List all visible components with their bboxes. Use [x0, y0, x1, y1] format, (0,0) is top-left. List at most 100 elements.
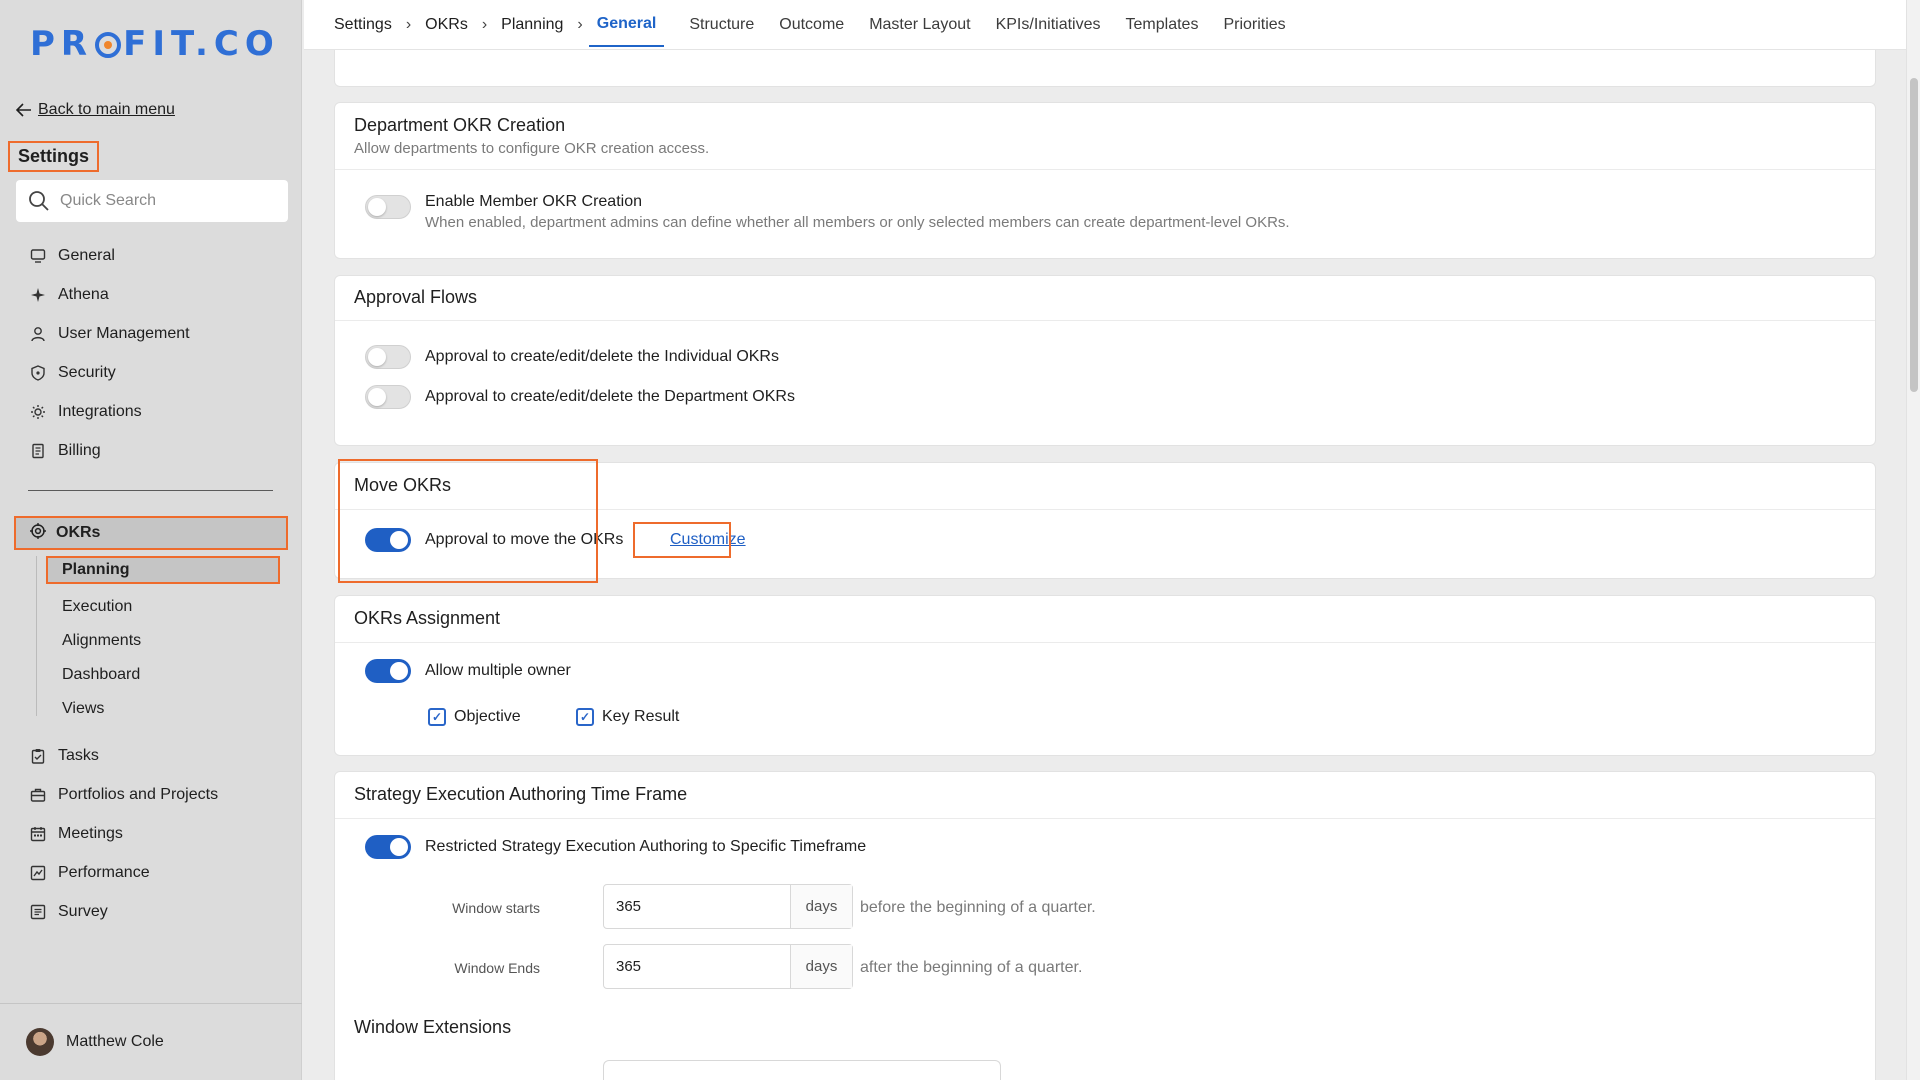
enable-member-okr-toggle[interactable] — [365, 195, 411, 219]
objective-checkbox[interactable]: ✓ — [428, 708, 446, 726]
key-result-check-row: ✓ Key Result — [576, 708, 679, 726]
window-ends-input[interactable] — [604, 945, 790, 988]
sidebar-item-meetings[interactable]: Meetings — [16, 814, 286, 853]
window-ends-group: days — [603, 944, 853, 989]
user-profile[interactable]: Matthew Cole — [0, 1003, 302, 1080]
arrow-left-icon — [16, 103, 31, 117]
sidebar-item-label: User Management — [58, 324, 190, 342]
sidebar-item-billing[interactable]: Billing — [16, 431, 286, 470]
back-to-main-menu-link[interactable]: Back to main menu — [16, 101, 175, 119]
settings-nav: General Athena User Management Security … — [16, 236, 286, 470]
sidebar-item-performance[interactable]: Performance — [16, 853, 286, 892]
window-ends-suffix: after the beginning of a quarter. — [860, 959, 1083, 976]
avatar — [26, 1028, 54, 1056]
card-title: Department OKR Creation — [354, 115, 566, 135]
strategy-timeframe-card: Strategy Execution Authoring Time Frame … — [334, 771, 1876, 1080]
sidebar-item-general[interactable]: General — [16, 236, 286, 275]
sidebar-item-portfolios[interactable]: Portfolios and Projects — [16, 775, 286, 814]
card-subtitle: Allow departments to configure OKR creat… — [354, 140, 710, 157]
receipt-icon — [30, 443, 46, 459]
target-icon — [30, 522, 46, 544]
sidebar-subitem-views[interactable]: Views — [46, 692, 280, 726]
card-header: Approval Flows — [335, 276, 1875, 321]
breadcrumb-planning[interactable]: Planning — [501, 16, 563, 34]
sidebar-divider — [28, 490, 273, 491]
tab-outcome[interactable]: Outcome — [779, 0, 844, 50]
move-okrs-highlight — [338, 459, 598, 583]
sidebar-item-survey[interactable]: Survey — [16, 892, 286, 931]
tab-templates[interactable]: Templates — [1126, 0, 1199, 50]
sidebar-item-tasks[interactable]: Tasks — [16, 736, 286, 775]
checkbox-label: Objective — [454, 708, 521, 725]
window-extensions-table — [603, 1060, 1001, 1080]
tab-priorities[interactable]: Priorities — [1223, 0, 1285, 50]
tab-kpis-initiatives[interactable]: KPIs/Initiatives — [996, 0, 1101, 50]
breadcrumb-okrs[interactable]: OKRs — [425, 16, 468, 34]
approval-department-toggle[interactable] — [365, 385, 411, 409]
tab-structure[interactable]: Structure — [689, 0, 754, 50]
tab-general[interactable]: General — [588, 2, 665, 47]
sidebar-subitem-alignments[interactable]: Alignments — [46, 624, 280, 658]
toggle-label: Approval to create/edit/delete the Indiv… — [425, 348, 779, 365]
key-result-checkbox[interactable]: ✓ — [576, 708, 594, 726]
tab-master-layout[interactable]: Master Layout — [869, 0, 970, 50]
window-starts-label: Window starts — [452, 900, 540, 916]
sidebar: PR FIT.CO Back to main menu Settings Quic… — [0, 0, 302, 1080]
toggle-description: When enabled, department admins can defi… — [425, 214, 1290, 231]
card-title: Strategy Execution Authoring Time Frame — [354, 784, 688, 804]
main-content: Department OKR Creation Allow department… — [304, 50, 1906, 1080]
window-ends-label: Window Ends — [454, 960, 540, 976]
toggle-label: Allow multiple owner — [425, 662, 571, 679]
breadcrumb-separator: › — [577, 15, 583, 33]
card-header: Strategy Execution Authoring Time Frame — [335, 772, 1875, 819]
sidebar-item-label: Meetings — [58, 824, 123, 842]
sidebar-item-integrations[interactable]: Integrations — [16, 392, 286, 431]
sidebar-item-security[interactable]: Security — [16, 353, 286, 392]
back-link-label: Back to main menu — [38, 101, 175, 118]
sidebar-subitem-execution[interactable]: Execution — [46, 590, 280, 624]
approval-individual-toggle[interactable] — [365, 345, 411, 369]
sparkle-icon — [30, 287, 46, 303]
allow-multiple-owner-toggle[interactable] — [365, 659, 411, 683]
quick-search-box[interactable]: Quick Search — [16, 180, 288, 222]
window-starts-group: days — [603, 884, 853, 929]
sidebar-item-label: Tasks — [58, 746, 99, 764]
restricted-authoring-toggle[interactable] — [365, 835, 411, 859]
card-title: Approval Flows — [354, 287, 478, 307]
logo-o-mark — [95, 32, 122, 58]
sidebar-item-label: General — [58, 246, 115, 264]
scrollbar-thumb[interactable] — [1910, 78, 1918, 392]
restricted-authoring-row: Restricted Strategy Execution Authoring … — [365, 835, 866, 859]
sidebar-item-label: Billing — [58, 441, 101, 459]
sidebar-item-label: Performance — [58, 863, 150, 881]
approval-flows-card: Approval Flows Approval to create/edit/d… — [334, 275, 1876, 446]
toggle-text: Enable Member OKR Creation When enabled,… — [425, 193, 1290, 231]
window-extensions-title: Window Extensions — [354, 1017, 512, 1037]
okrs-submenu-line — [36, 556, 37, 716]
sidebar-item-okrs[interactable]: OKRs — [14, 516, 288, 550]
enable-member-okr-row: Enable Member OKR Creation When enabled,… — [365, 193, 1290, 231]
sidebar-item-athena[interactable]: Athena — [16, 275, 286, 314]
days-unit: days — [790, 885, 852, 928]
previous-settings-card — [334, 50, 1876, 87]
breadcrumb-settings[interactable]: Settings — [334, 16, 392, 34]
monitor-icon — [30, 248, 46, 264]
toggle-label: Approval to create/edit/delete the Depar… — [425, 388, 795, 405]
card-title: OKRs Assignment — [354, 608, 501, 628]
chart-line-icon — [30, 865, 46, 881]
sidebar-subitem-dashboard[interactable]: Dashboard — [46, 658, 280, 692]
gear-icon — [30, 404, 46, 420]
toggle-label: Restricted Strategy Execution Authoring … — [425, 838, 867, 855]
window-starts-suffix: before the beginning of a quarter. — [860, 899, 1096, 916]
toggle-label: Enable Member OKR Creation — [425, 193, 642, 210]
user-name: Matthew Cole — [66, 1033, 164, 1050]
briefcase-icon — [30, 787, 46, 803]
sidebar-subitem-planning[interactable]: Planning — [46, 556, 280, 584]
sidebar-item-user-management[interactable]: User Management — [16, 314, 286, 353]
card-header: OKRs Assignment — [335, 596, 1875, 643]
scrollbar[interactable] — [1906, 0, 1920, 1080]
sidebar-item-label: Athena — [58, 285, 109, 303]
window-starts-input[interactable] — [604, 885, 790, 928]
logo-text-right: FIT.CO — [123, 24, 280, 64]
profit-co-logo[interactable]: PR FIT.CO — [30, 24, 280, 64]
